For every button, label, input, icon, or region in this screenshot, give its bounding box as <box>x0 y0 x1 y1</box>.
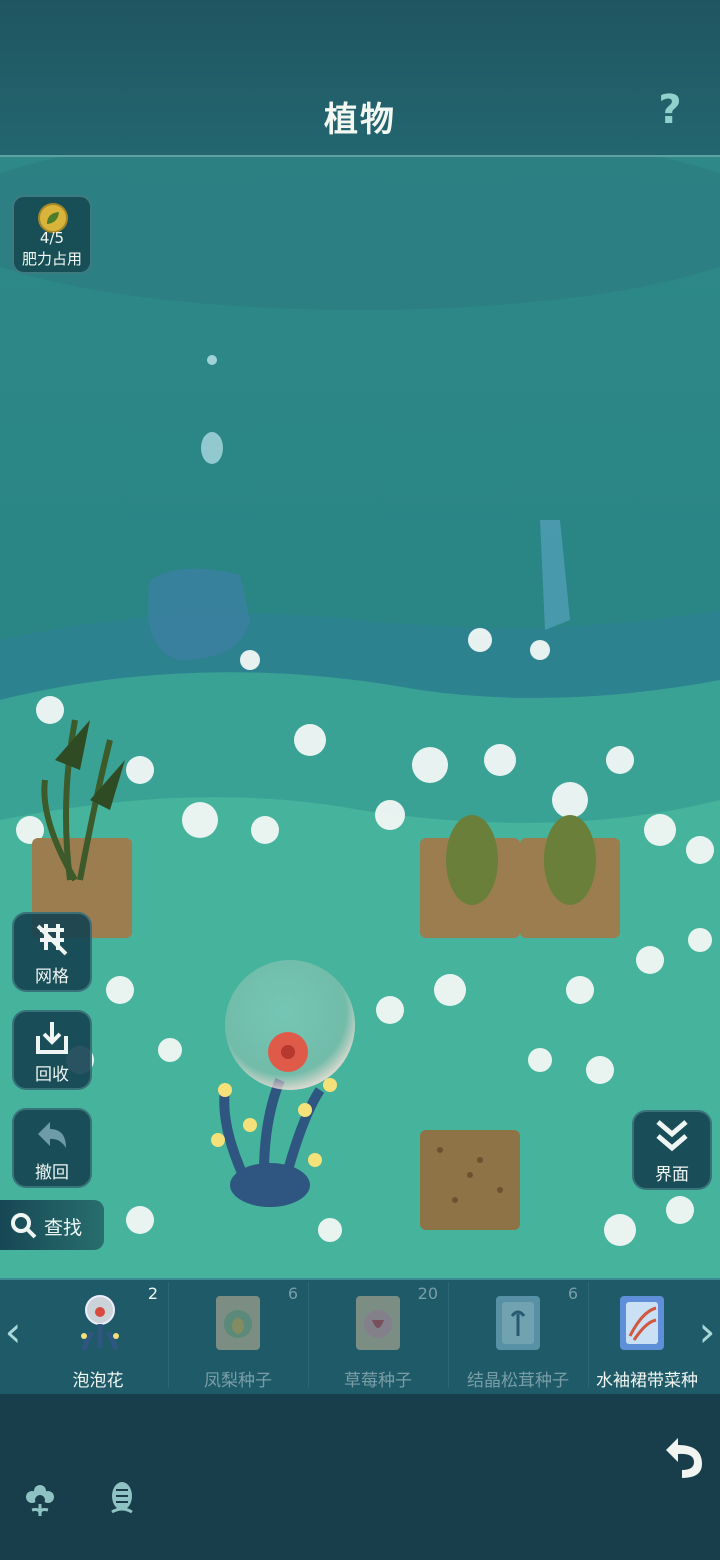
item-name: 水袖裙带菜种 <box>596 1371 698 1391</box>
seaweed-seed-icon <box>620 1296 664 1350</box>
recycle-button[interactable]: 回收 <box>12 1010 92 1090</box>
item-count: 6 <box>567 1284 578 1303</box>
interface-button[interactable]: 界面 <box>632 1110 712 1190</box>
search-label: 查找 <box>44 1217 83 1239</box>
return-icon[interactable] <box>660 1434 708 1482</box>
item-name: 凤梨种子 <box>204 1371 272 1391</box>
bubble-flower-icon <box>81 1295 119 1351</box>
item-name: 草莓种子 <box>344 1371 412 1391</box>
garden-scene <box>0 0 720 1280</box>
interface-label: 界面 <box>655 1165 689 1185</box>
grid-label: 网格 <box>35 967 69 987</box>
top-bar: 植物 ? <box>0 0 720 157</box>
item-name: 结晶松茸种子 <box>467 1371 569 1391</box>
grid-toggle-icon <box>36 924 68 956</box>
recycle-label: 回收 <box>35 1065 69 1085</box>
tray-item-pineapple-seed[interactable]: 6 凤梨种子 <box>168 1282 309 1391</box>
question-icon[interactable]: ? <box>652 88 688 132</box>
undo-label: 撤回 <box>35 1163 69 1183</box>
bottom-bar <box>0 1394 720 1560</box>
double-chevron-down-icon <box>656 1120 688 1152</box>
recycle-icon <box>36 1022 68 1054</box>
undo-button[interactable]: 撤回 <box>12 1108 92 1188</box>
undo-icon <box>38 1122 66 1148</box>
item-count: 20 <box>417 1284 438 1303</box>
tray-item-bubble-flower[interactable]: 2 泡泡花 <box>28 1282 169 1391</box>
page-title: 植物 <box>324 100 396 140</box>
tray-prev-arrow[interactable]: ‹ <box>2 1300 24 1364</box>
matsutake-seed-icon <box>496 1296 540 1350</box>
search-icon <box>11 1213 37 1239</box>
seed-icon[interactable] <box>102 1478 142 1518</box>
tray-next-arrow[interactable]: › <box>696 1300 718 1364</box>
tray-item-matsutake-seed[interactable]: 6 结晶松茸种子 <box>448 1282 589 1391</box>
fertilizer-usage[interactable]: 4/5 肥力占用 <box>12 195 92 274</box>
tray-item-seaweed-seed[interactable]: 水袖裙带菜种 <box>588 1282 698 1391</box>
fertilizer-label: 肥力占用 <box>21 250 82 268</box>
tray-item-strawberry-seed[interactable]: 20 草莓种子 <box>308 1282 449 1391</box>
item-count: 6 <box>287 1284 298 1303</box>
pineapple-seed-icon <box>216 1296 260 1350</box>
item-name: 泡泡花 <box>72 1371 124 1391</box>
fertilizer-value: 4/5 <box>39 229 65 247</box>
strawberry-seed-icon <box>356 1296 400 1350</box>
search-button[interactable]: 查找 <box>0 1200 104 1250</box>
grid-button[interactable]: 网格 <box>12 912 92 992</box>
flower-icon[interactable] <box>20 1478 60 1518</box>
item-count: 2 <box>147 1284 158 1303</box>
